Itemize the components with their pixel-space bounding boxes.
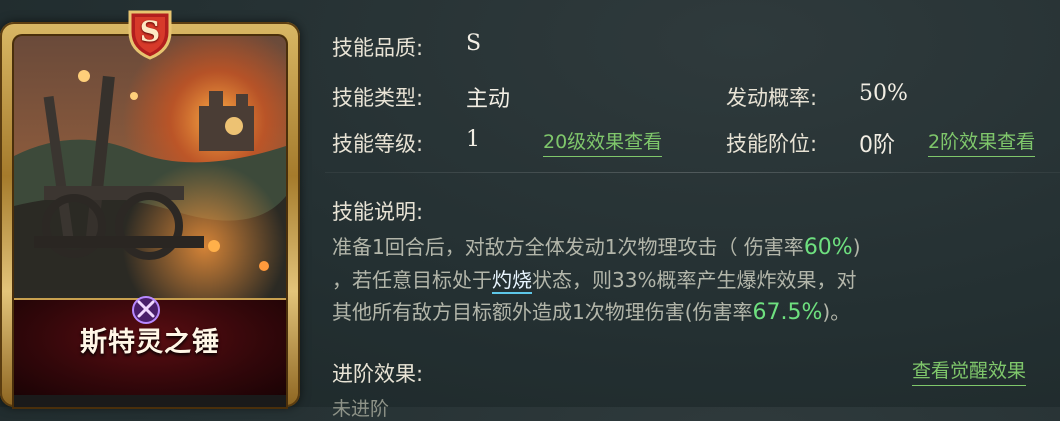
rank-effect-link[interactable]: 2阶效果查看 [928, 127, 1036, 157]
skill-artwork [14, 36, 286, 316]
trigger-value: 50% [859, 81, 908, 106]
skill-art-frame: 斯特灵之锤 [14, 36, 286, 407]
level-value: 1 [466, 127, 480, 152]
quality-label: 技能品质: [332, 36, 424, 60]
type-value: 主动 [466, 87, 511, 112]
grade-badge: S [124, 8, 176, 60]
divider [325, 172, 1060, 173]
description-line-3: 其他所有敌方目标额外造成1次物理伤害(伤害率67.5%)。 [332, 300, 851, 325]
faction-icon [132, 296, 160, 324]
quality-value: S [466, 31, 482, 56]
level-label: 技能等级: [332, 132, 424, 156]
description-line-2: ，若任意目标处于灼烧状态，则33%概率产生爆炸效果，对 [332, 268, 857, 292]
damage-rate-value: 60% [803, 235, 853, 260]
advance-status: 未进阶 [332, 398, 390, 420]
awaken-effect-link[interactable]: 查看觉醒效果 [912, 356, 1027, 386]
rank-label: 技能阶位: [726, 132, 818, 156]
description-line-1: 准备1回合后，对敌方全体发动1次物理攻击（ 伤害率60%) [332, 235, 861, 260]
skill-description: 准备1回合后，对敌方全体发动1次物理攻击（ 伤害率60%) ，若任意目标处于灼烧… [332, 231, 1047, 329]
grade-letter: S [139, 14, 161, 48]
type-label: 技能类型: [332, 86, 424, 110]
skill-card[interactable]: 斯特灵之锤 S [0, 10, 300, 407]
rank-value: 0阶 [859, 133, 895, 158]
explosion-damage-value: 67.5% [752, 300, 823, 325]
burn-keyword[interactable]: 灼烧 [492, 268, 532, 292]
level-effect-link[interactable]: 20级效果查看 [543, 127, 663, 157]
description-label: 技能说明: [332, 200, 424, 224]
advance-label: 进阶效果: [332, 362, 424, 386]
trigger-label: 发动概率: [726, 86, 818, 110]
